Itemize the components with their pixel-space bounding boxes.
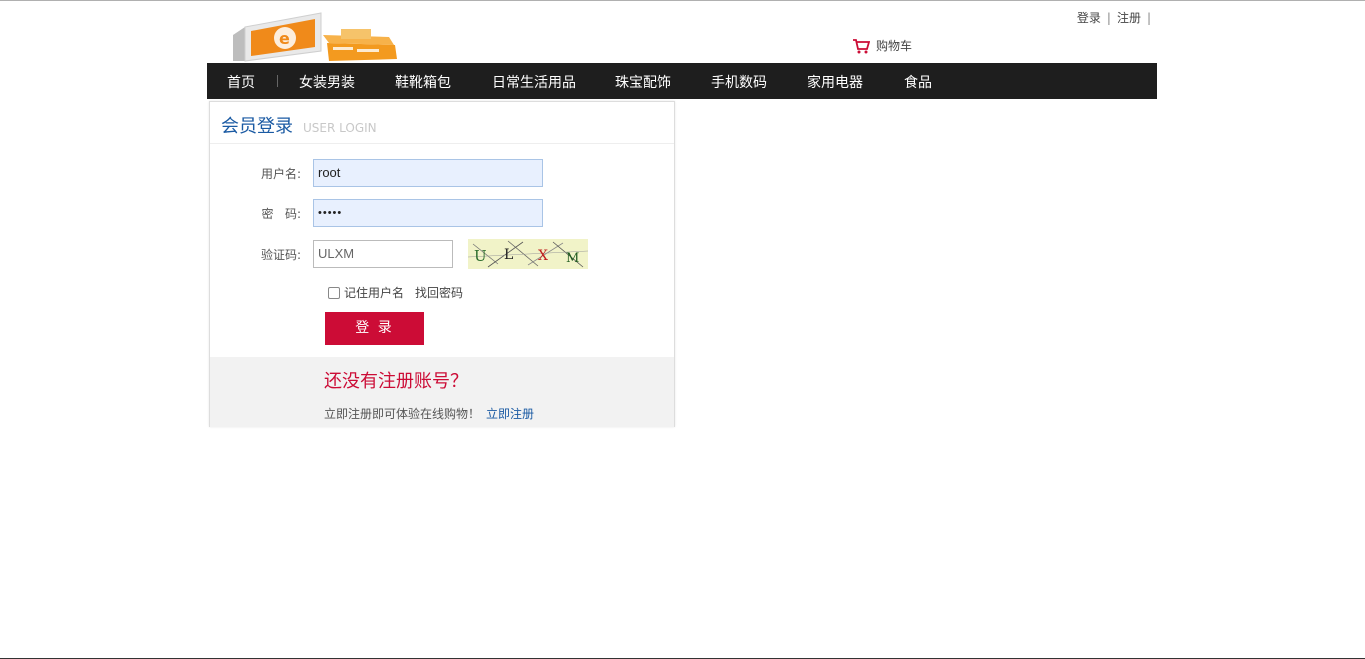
svg-text:X: X [538,248,548,264]
svg-text:M: M [566,251,579,266]
username-input[interactable]: root [313,159,543,187]
password-input[interactable]: ••••• [313,199,543,227]
remember-label[interactable]: 记住用户名 [344,284,404,301]
nav-item-home[interactable]: 首页 [227,72,255,92]
username-row: 用户名: root [210,159,543,187]
shopping-cart-icon [853,38,870,53]
login-header: 会员登录 USER LOGIN [210,102,674,144]
nav-item-appliances[interactable]: 家用电器 [807,72,863,92]
login-subtitle: USER LOGIN [303,121,377,135]
register-link[interactable]: 注册 [1117,11,1141,25]
captcha-label: 验证码: [260,247,301,262]
login-title: 会员登录 [221,116,293,137]
nav-item-jewelry[interactable]: 珠宝配饰 [615,72,671,92]
nav-item-food[interactable]: 食品 [904,72,932,92]
remember-checkbox[interactable] [328,286,340,299]
nav-divider [277,75,278,87]
captcha-input[interactable]: ULXM [313,240,453,268]
cart-label: 购物车 [876,39,913,53]
nav-item-daily-goods[interactable]: 日常生活用品 [492,72,576,92]
nav-item-digital[interactable]: 手机数码 [711,72,767,92]
svg-text:e: e [279,29,290,48]
remember-row: 记住用户名 找回密码 [328,284,463,301]
register-text: 立即注册即可体验在线购物！ [324,407,481,421]
register-now-link[interactable]: 立即注册 [486,407,534,421]
svg-text:U: U [474,247,487,265]
nav-item-shoes-bags[interactable]: 鞋靴箱包 [395,72,451,92]
main-nav: 首页 女装男装 鞋靴箱包 日常生活用品 珠宝配饰 手机数码 家用电器 食品 [207,63,1157,99]
link-separator: | [1146,11,1151,25]
nav-item-clothing[interactable]: 女装男装 [299,72,355,92]
register-question: 还没有注册账号？ [324,371,468,392]
forgot-password-link[interactable]: 找回密码 [415,284,463,301]
cart-link[interactable]: 购物车 [852,37,912,54]
link-separator: | [1106,11,1111,25]
login-link[interactable]: 登录 [1077,11,1101,25]
password-label: 密 码: [261,206,302,221]
captcha-image[interactable]: U L X M [468,239,588,269]
username-label: 用户名: [260,166,301,181]
svg-text:L: L [504,247,513,263]
register-area: 还没有注册账号？ 立即注册即可体验在线购物！ 立即注册 [210,357,674,427]
site-logo[interactable]: e [229,11,399,63]
top-links: 登录 | 注册 | [1077,9,1157,26]
login-panel: 会员登录 USER LOGIN 用户名: root 密 码: ••••• 验证码… [209,101,675,427]
register-text-row: 立即注册即可体验在线购物！ 立即注册 [324,405,534,422]
captcha-row: 验证码: ULXM U L X M [210,239,588,269]
password-row: 密 码: ••••• [210,199,543,227]
login-button[interactable]: 登 录 [325,312,424,345]
